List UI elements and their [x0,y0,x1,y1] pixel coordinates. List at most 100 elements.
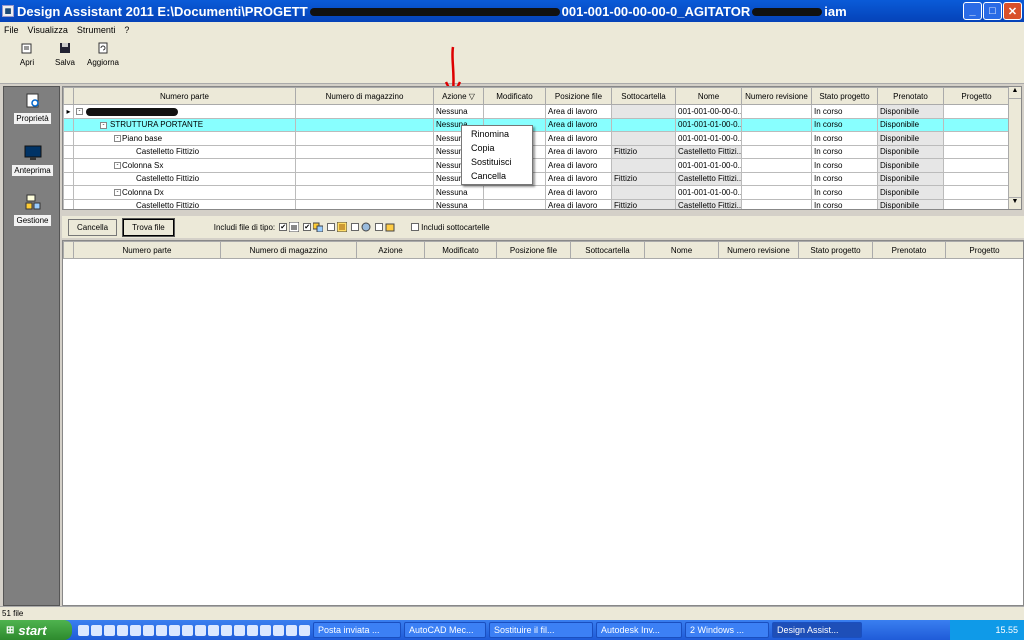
taskbar-item-inventor[interactable]: Autodesk Inv... [596,622,682,638]
column-header[interactable]: Nome [675,87,742,105]
menu-file[interactable]: File [4,25,19,35]
column-header[interactable]: Progetto [943,87,1010,105]
quicklaunch-icon[interactable] [299,624,310,636]
scroll-down-icon[interactable]: ▼ [1009,197,1021,209]
quicklaunch-icon[interactable] [182,624,193,636]
filetype-checkbox[interactable] [351,223,360,231]
sidebar-item-properties[interactable]: Proprietà [4,91,61,124]
collapse-icon[interactable]: - [114,189,121,197]
table-row[interactable]: - STRUTTURA PORTANTE Nessuna Area di lavo… [63,117,1010,132]
table-row[interactable]: Castelletto Fittizio Nessuna Area di lav… [63,144,1010,159]
menu-item-rename[interactable]: Rinomina [462,127,532,141]
collapse-icon[interactable]: - [100,121,107,129]
open-button[interactable]: Apri [8,38,46,83]
quicklaunch-icon[interactable] [195,624,206,636]
column-header[interactable]: Numero di magazzino [295,87,434,105]
taskbar-item-mail[interactable]: Posta inviata ... [313,622,401,638]
column-header[interactable]: Numero parte [73,87,296,105]
quicklaunch-icon[interactable] [234,624,245,636]
row-header-corner [63,87,74,105]
filetype-checkbox[interactable]: ✔ [279,223,288,231]
collapse-icon[interactable]: - [76,108,83,116]
taskbar: ⊞ start Posta inviata ... AutoCAD Mec...… [0,620,1024,640]
minimize-button[interactable]: _ [963,2,982,20]
column-header[interactable]: Prenotato [872,241,946,259]
column-header[interactable]: Azione [356,241,425,259]
menu-item-copy[interactable]: Copia [462,141,532,155]
column-header[interactable]: Modificato [483,87,546,105]
column-header[interactable]: Sottocartella [570,241,645,259]
menu-view[interactable]: Visualizza [28,25,68,35]
column-header[interactable]: Posizione file [545,87,612,105]
column-header[interactable]: Numero revisione [718,241,799,259]
app-icon: ▦ [2,5,14,17]
taskbar-item-browser[interactable]: Sostituire il fil... [489,622,593,638]
assembly-grid: Numero parte Numero di magazzino Azione … [62,86,1022,210]
refresh-button[interactable]: Aggiorna [84,38,122,83]
column-header[interactable]: Modificato [424,241,497,259]
quicklaunch-icon[interactable] [260,624,271,636]
menu-item-delete[interactable]: Cancella [462,169,532,183]
table-row[interactable]: - Colonna Dx Nessuna Area di lavoro 001-0… [63,185,1010,200]
quicklaunch-icon[interactable] [130,624,141,636]
collapse-icon[interactable]: - [114,162,121,170]
status-bar: 51 file [0,606,1024,620]
column-header[interactable]: Prenotato [877,87,944,105]
quicklaunch-icon[interactable] [208,624,219,636]
sidebar-item-preview[interactable]: Anteprima [4,143,61,176]
collapse-icon[interactable]: - [114,135,121,143]
vertical-scrollbar[interactable]: ▲ ▼ [1008,87,1021,209]
title-bar: ▦ Design Assistant 2011 E:\Documenti\PRO… [0,0,1024,22]
cancel-button[interactable]: Cancella [68,218,118,236]
windows-logo-icon: ⊞ [6,624,15,636]
save-button[interactable]: Salva [46,38,84,83]
quicklaunch-icon[interactable] [117,624,128,636]
maximize-button[interactable]: □ [983,2,1002,20]
column-header[interactable]: Numero parte [73,241,221,259]
quicklaunch-icon[interactable] [273,624,284,636]
quicklaunch-icon[interactable] [78,624,89,636]
sidebar-item-management[interactable]: Gestione [4,193,61,226]
taskbar-item-design-assistant[interactable]: Design Assist... [772,622,862,638]
taskbar-item-autocad[interactable]: AutoCAD Mec... [404,622,486,638]
column-header[interactable]: Stato progetto [798,241,873,259]
column-header[interactable]: Stato progetto [811,87,878,105]
table-row[interactable]: Castelletto Fittizio Nessuna Area di lav… [63,198,1010,209]
column-header[interactable]: Sottocartella [611,87,676,105]
table-row[interactable]: - Piano base Nessuna Area di lavoro 001-0… [63,131,1010,146]
filetype-checkbox[interactable]: ✔ [303,223,312,231]
scroll-up-icon[interactable]: ▲ [1009,87,1021,99]
table-row[interactable]: ▸ - Nessuna Area di lavoro 001-001-00-00… [63,104,1010,119]
close-button[interactable]: ✕ [1003,2,1022,20]
filetype-checkbox[interactable] [327,223,336,231]
include-subfolders-label: Includi sottocartelle [421,222,490,232]
menu-tools[interactable]: Strumenti [77,25,116,35]
column-header[interactable]: Posizione file [496,241,571,259]
filetype-checkbox[interactable] [375,223,384,231]
column-header[interactable]: Progetto [945,241,1023,259]
quicklaunch-icon[interactable] [91,624,102,636]
table-row[interactable]: - Colonna Sx Nessuna Area di lavoro 001-0… [63,158,1010,173]
include-subfolders-checkbox[interactable] [411,223,420,231]
include-types-label: Includi file di tipo: [213,222,276,232]
quicklaunch-icon[interactable] [247,624,258,636]
clock[interactable]: 15.55 [995,625,1018,635]
column-header[interactable]: Nome [644,241,719,259]
quicklaunch-icon[interactable] [143,624,154,636]
quicklaunch-icon[interactable] [169,624,180,636]
menu-item-replace[interactable]: Sostituisci [462,155,532,169]
start-button[interactable]: ⊞ start [0,620,72,640]
column-header[interactable]: Numero di magazzino [220,241,357,259]
taskbar-item-windows-group[interactable]: 2 Windows ... [685,622,769,638]
quicklaunch-icon[interactable] [104,624,115,636]
quicklaunch-icon[interactable] [221,624,232,636]
quicklaunch-icon[interactable] [156,624,167,636]
column-header[interactable]: Azione ▽ [433,87,484,105]
quicklaunch-icon[interactable] [286,624,297,636]
column-header[interactable]: Numero revisione [741,87,812,105]
properties-label: Proprietà [14,113,51,124]
filter-icon[interactable]: ▽ [469,92,475,101]
table-row[interactable]: Castelletto Fittizio Nessuna Area di lav… [63,171,1010,186]
find-files-button[interactable]: Trova file [122,217,175,237]
menu-help[interactable]: ? [124,25,129,35]
